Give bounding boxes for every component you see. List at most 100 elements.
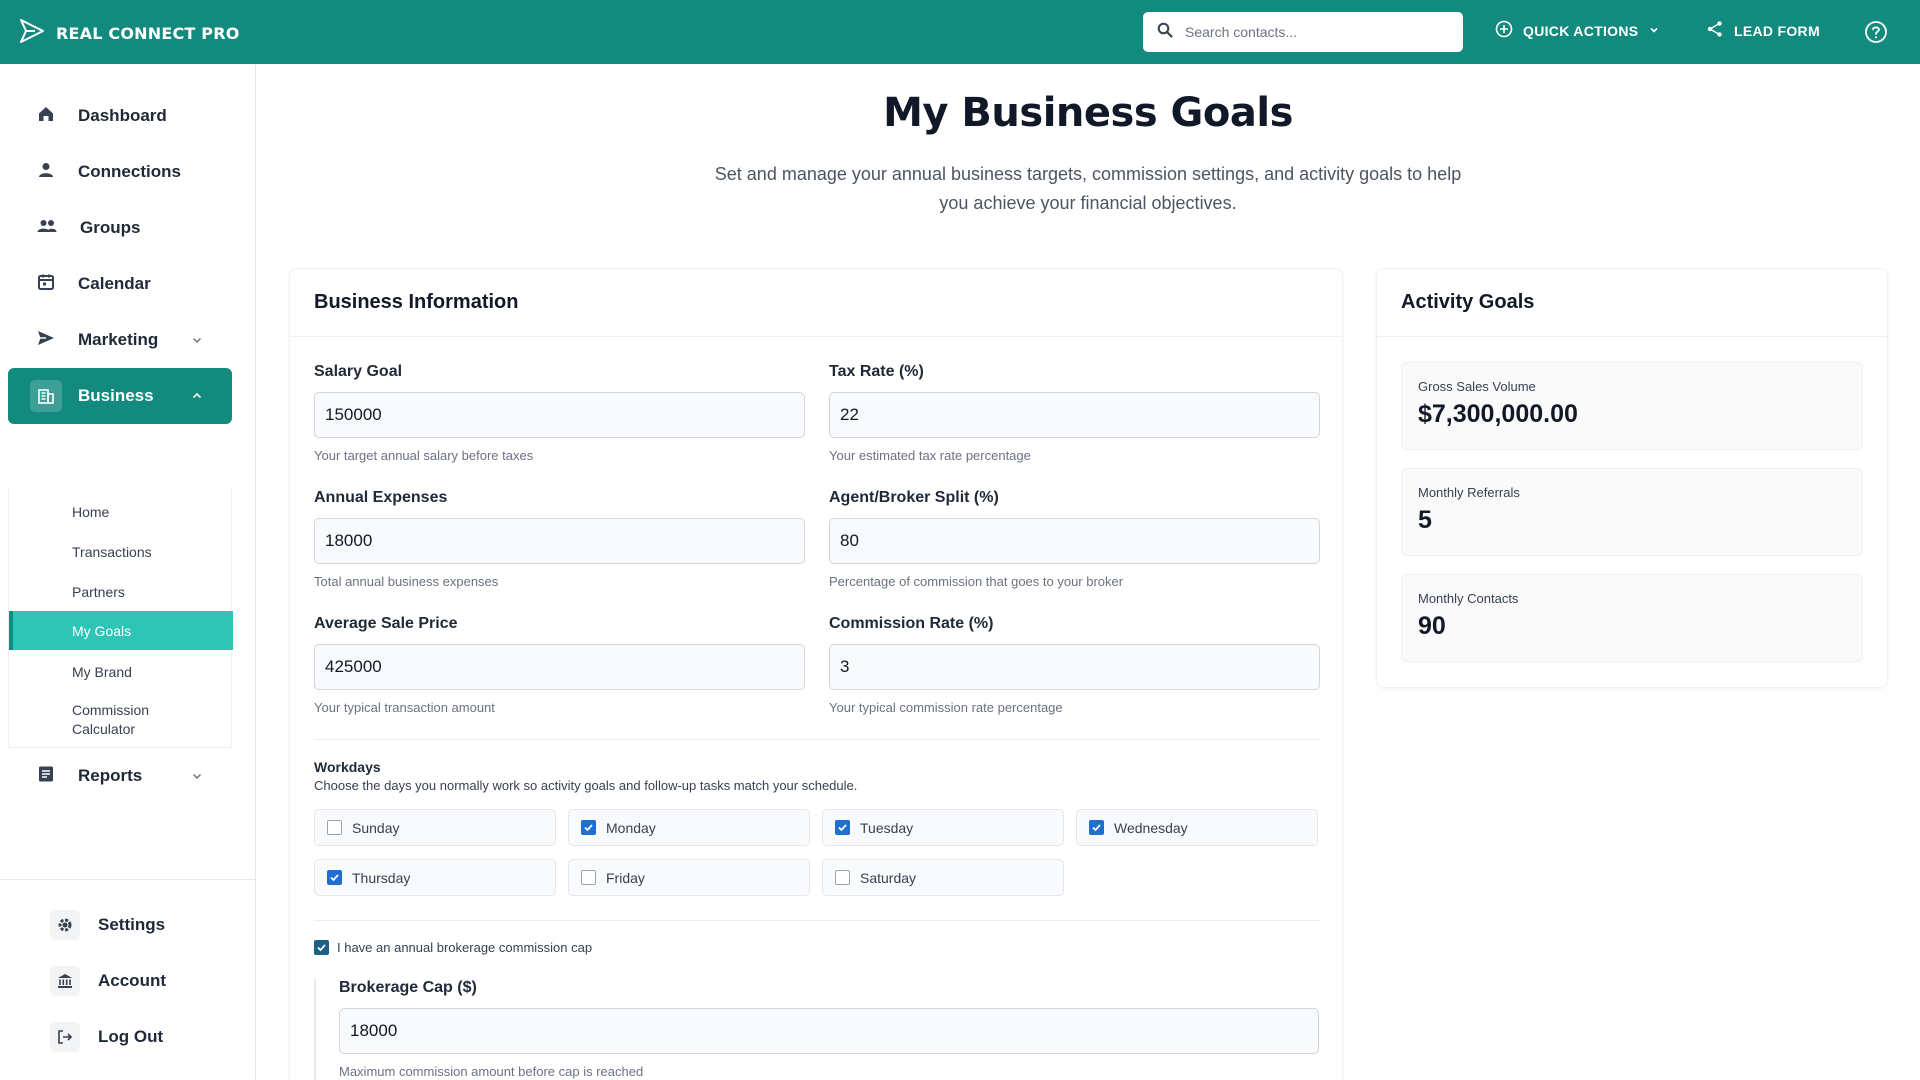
subnav-item-my-goals[interactable]: My Goals <box>9 611 233 650</box>
goal-value: 5 <box>1418 506 1432 534</box>
search-box[interactable] <box>1143 12 1463 52</box>
commission-rate-input[interactable] <box>829 644 1320 690</box>
chevron-up-icon <box>190 388 204 408</box>
workday-label: Wednesday <box>1114 819 1188 836</box>
sidebar-item-logout[interactable]: Log Out <box>50 1022 163 1052</box>
sidebar-item-groups[interactable]: Groups <box>8 200 232 256</box>
workday-sunday[interactable]: Sunday <box>314 809 556 846</box>
sidebar-item-marketing[interactable]: Marketing <box>8 312 232 368</box>
send-icon <box>36 328 56 353</box>
quick-actions-button[interactable]: QUICK ACTIONS <box>1495 20 1660 41</box>
goal-label: Gross Sales Volume <box>1418 379 1536 394</box>
goal-value: $7,300,000.00 <box>1418 400 1578 428</box>
divider <box>314 739 1320 740</box>
search-input[interactable] <box>1185 24 1449 40</box>
sidebar: Dashboard Connections Groups Calendar Ma… <box>0 64 256 1080</box>
help-icon[interactable] <box>1864 20 1888 49</box>
field-label: Tax Rate (%) <box>829 363 924 380</box>
lead-form-button[interactable]: LEAD FORM <box>1706 20 1820 41</box>
business-information-card: Business Information Salary Goal Your ta… <box>289 268 1343 1080</box>
app-name: REAL CONNECT PRO <box>56 24 240 43</box>
checkbox-checked[interactable] <box>581 820 596 835</box>
card-title: Business Information <box>290 269 1342 337</box>
workday-thursday[interactable]: Thursday <box>314 859 556 896</box>
brand[interactable]: REAL CONNECT PRO <box>18 18 240 49</box>
page-subtitle: Set and manage your annual business targ… <box>714 164 1462 213</box>
checkbox-checked[interactable] <box>835 820 850 835</box>
field-label: Commission Rate (%) <box>829 615 994 632</box>
agent-broker-split-field: Agent/Broker Split (%) Percentage of com… <box>829 489 1320 589</box>
business-subnav: Home Transactions Partners My Goals My B… <box>8 488 233 748</box>
brokerage-cap-input[interactable] <box>339 1008 1319 1054</box>
plus-circle-icon <box>1495 20 1513 41</box>
workdays-title: Workdays <box>314 759 381 775</box>
sidebar-item-label: Reports <box>78 766 143 785</box>
sidebar-item-account[interactable]: Account <box>50 966 166 996</box>
field-label: Agent/Broker Split (%) <box>829 489 999 506</box>
field-label: Average Sale Price <box>314 615 458 632</box>
subnav-item-my-brand[interactable]: My Brand <box>9 654 233 690</box>
checkbox[interactable] <box>581 870 596 885</box>
sidebar-item-label: Groups <box>80 218 141 237</box>
activity-goals-card: Activity Goals Gross Sales Volume $7,300… <box>1376 268 1888 688</box>
workday-saturday[interactable]: Saturday <box>822 859 1064 896</box>
page-title: My Business Goals <box>883 90 1293 136</box>
checkbox-checked[interactable] <box>314 940 329 955</box>
commission-cap-checkbox[interactable]: I have an annual brokerage commission ca… <box>314 940 592 955</box>
workday-label: Thursday <box>352 869 411 886</box>
subnav-item-commission-calculator[interactable]: Commission Calculator <box>9 698 179 742</box>
field-hint: Your typical commission rate percentage <box>829 700 1063 715</box>
field-hint: Your estimated tax rate percentage <box>829 448 1031 463</box>
chevron-down-icon <box>190 332 204 352</box>
workday-tuesday[interactable]: Tuesday <box>822 809 1064 846</box>
brokerage-cap-field: Brokerage Cap ($) Maximum commission amo… <box>339 979 1319 1079</box>
workday-friday[interactable]: Friday <box>568 859 810 896</box>
field-label: Annual Expenses <box>314 489 448 506</box>
field-hint: Your target annual salary before taxes <box>314 448 534 463</box>
sidebar-item-label: Log Out <box>98 1027 164 1046</box>
tax-rate-input[interactable] <box>829 392 1320 438</box>
checkbox[interactable] <box>327 820 342 835</box>
sidebar-item-label: Settings <box>98 915 166 934</box>
sidebar-item-dashboard[interactable]: Dashboard <box>8 88 232 144</box>
sidebar-item-business[interactable]: Business <box>8 368 232 424</box>
average-sale-price-field: Average Sale Price Your typical transact… <box>314 615 805 715</box>
person-icon <box>36 160 56 185</box>
people-icon <box>36 216 58 241</box>
workday-label: Saturday <box>860 869 917 886</box>
sidebar-item-calendar[interactable]: Calendar <box>8 256 232 312</box>
chevron-down-icon <box>1648 23 1660 39</box>
subnav-item-partners[interactable]: Partners <box>9 574 233 610</box>
salary-goal-input[interactable] <box>314 392 805 438</box>
workday-label: Friday <box>606 869 645 886</box>
sidebar-item-label: Business <box>78 386 154 405</box>
top-bar: REAL CONNECT PRO QUICK ACTIONS LEAD FORM <box>0 0 1920 64</box>
search-icon <box>1157 22 1173 43</box>
subnav-item-transactions[interactable]: Transactions <box>9 534 233 570</box>
workdays-description: Choose the days you normally work so act… <box>314 778 858 793</box>
agent-broker-split-input[interactable] <box>829 518 1320 564</box>
calendar-icon <box>36 272 56 297</box>
sidebar-item-label: Dashboard <box>78 106 167 125</box>
sidebar-item-settings[interactable]: Settings <box>50 910 165 940</box>
goal-gross-sales-volume: Gross Sales Volume $7,300,000.00 <box>1401 362 1863 450</box>
field-label: Brokerage Cap ($) <box>339 979 477 996</box>
sidebar-item-label: Marketing <box>78 330 159 349</box>
checkbox[interactable] <box>835 870 850 885</box>
share-icon <box>1706 20 1724 41</box>
sidebar-item-reports[interactable]: Reports <box>8 748 232 804</box>
quick-actions-label: QUICK ACTIONS <box>1523 22 1639 39</box>
checkbox-checked[interactable] <box>327 870 342 885</box>
annual-expenses-input[interactable] <box>314 518 805 564</box>
goal-value: 90 <box>1418 612 1446 640</box>
report-icon <box>36 764 56 789</box>
sidebar-item-connections[interactable]: Connections <box>8 144 232 200</box>
average-sale-price-input[interactable] <box>314 644 805 690</box>
chevron-down-icon <box>190 768 204 788</box>
workday-monday[interactable]: Monday <box>568 809 810 846</box>
checkbox-checked[interactable] <box>1089 820 1104 835</box>
home-icon <box>36 104 56 129</box>
logo-icon <box>18 18 46 49</box>
workday-wednesday[interactable]: Wednesday <box>1076 809 1318 846</box>
subnav-item-home[interactable]: Home <box>9 494 233 530</box>
